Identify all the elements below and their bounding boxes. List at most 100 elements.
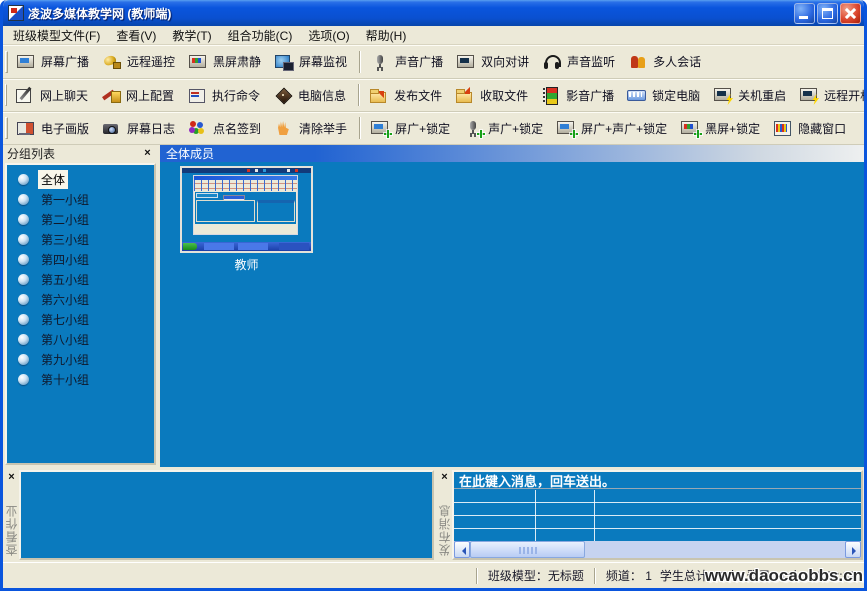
group-item-2[interactable]: 第二小组 [7, 209, 154, 229]
two-way-intercom-button[interactable]: 双向对讲 [451, 50, 537, 73]
group-item-9[interactable]: 第九小组 [7, 349, 154, 369]
toolbar-row-2: 网上聊天 网上配置 执行命令 电脑信息 发布文件 收取文件 影音广播 锁定电脑 … [3, 79, 864, 112]
menu-view[interactable]: 查看(V) [108, 25, 164, 46]
scroll-left-arrow-icon[interactable] [454, 541, 470, 558]
teacher-screen-thumbnail[interactable] [180, 166, 313, 253]
toolbar-grip [5, 51, 8, 73]
blankscreen-lock-button[interactable]: 黑屏+锁定 [675, 117, 768, 140]
toolbar-row-1: 屏幕广播 远程遥控 黑屏肃静 屏幕监视 声音广播 双向对讲 声音监听 多人会话 [3, 45, 864, 79]
lock-computer-icon [627, 87, 647, 103]
thumb-status-bar [195, 225, 296, 233]
group-item-6[interactable]: 第六小组 [7, 289, 154, 309]
remote-poweron-icon [799, 87, 819, 103]
send-message-close-icon[interactable]: × [438, 471, 451, 484]
screencast-lock-button[interactable]: 屏广+锁定 [365, 117, 458, 140]
voicecast-lock-icon [463, 120, 483, 136]
members-panel: 全体成员 [160, 145, 864, 467]
multi-conversation-button[interactable]: 多人会话 [623, 50, 709, 73]
group-item-1[interactable]: 第一小组 [7, 189, 154, 209]
screencast-lock-icon [370, 120, 390, 136]
menu-options[interactable]: 选项(O) [300, 25, 357, 46]
status-bar: 班级模型：无标题 频道： 1 学生总计：0人 登录：0人 08:58:37 ww… [3, 562, 864, 588]
thumb-group-list [196, 193, 218, 198]
lock-computer-button[interactable]: 锁定电脑 [622, 84, 708, 107]
group-ball-icon [18, 274, 29, 285]
group-item-5[interactable]: 第五小组 [7, 269, 154, 289]
voice-broadcast-button[interactable]: 声音广播 [365, 50, 451, 73]
members-caption: 全体成员 [160, 145, 864, 162]
menu-bar: 班级模型文件(F) 查看(V) 教学(T) 组合功能(C) 选项(O) 帮助(H… [3, 26, 864, 45]
message-horizontal-scrollbar [454, 541, 861, 558]
group-ball-icon [18, 174, 29, 185]
media-broadcast-button[interactable]: 影音广播 [536, 84, 622, 107]
close-icon [845, 7, 856, 18]
screen-monitor-button[interactable]: 屏幕监视 [269, 50, 355, 73]
e-whiteboard-button[interactable]: 电子画版 [11, 117, 97, 140]
screen-monitor-icon [274, 54, 294, 70]
group-list-title: 分组列表 [7, 145, 55, 162]
thumb-taskbar-items [204, 243, 234, 250]
app-logo-icon [8, 5, 24, 21]
minimize-button[interactable] [794, 3, 815, 24]
thumb-start-button [183, 243, 197, 250]
screen-voice-lock-icon [556, 120, 576, 136]
scrollbar-thumb[interactable] [470, 541, 585, 558]
clear-raised-hands-button[interactable]: 清除举手 [269, 117, 355, 140]
blankscreen-lock-icon [680, 120, 700, 136]
voice-monitor-button[interactable]: 声音监听 [537, 50, 623, 73]
member-name-label: 教师 [180, 256, 313, 273]
screen-voice-lock-button[interactable]: 屏广+声广+锁定 [551, 117, 675, 140]
view-homework-close-icon[interactable]: × [5, 471, 18, 484]
scroll-right-arrow-icon[interactable] [845, 541, 861, 558]
group-item-4[interactable]: 第四小组 [7, 249, 154, 269]
app-window: 凌波多媒体教学网 (教师端) 班级模型文件(F) 查看(V) 教学(T) 组合功… [0, 0, 867, 591]
online-chat-button[interactable]: 网上聊天 [10, 84, 96, 107]
message-history-table[interactable] [454, 490, 861, 541]
group-ball-icon [18, 334, 29, 345]
online-config-button[interactable]: 网上配置 [96, 84, 182, 107]
remote-poweron-button[interactable]: 远程开机 [794, 84, 867, 107]
close-button[interactable] [840, 3, 861, 24]
thumb-app-window [193, 175, 298, 235]
toolbar-grip [5, 117, 8, 139]
screen-broadcast-button[interactable]: 屏幕广播 [11, 50, 97, 73]
computer-info-button[interactable]: 电脑信息 [268, 84, 354, 107]
menu-teach[interactable]: 教学(T) [164, 25, 219, 46]
rollcall-signin-button[interactable]: 点名签到 [183, 117, 269, 140]
toolbar-grip [5, 84, 7, 106]
group-list-close-icon[interactable]: × [141, 147, 154, 160]
execute-command-button[interactable]: 执行命令 [182, 84, 268, 107]
thumb-taskbar [182, 242, 311, 251]
menu-help[interactable]: 帮助(H) [358, 25, 415, 46]
send-file-button[interactable]: 发布文件 [364, 84, 450, 107]
group-item-3[interactable]: 第三小组 [7, 229, 154, 249]
collect-file-icon [455, 87, 475, 103]
status-channel: 频道： 1 [602, 567, 656, 584]
shutdown-restart-button[interactable]: 关机重启 [708, 84, 794, 107]
members-title: 全体成员 [166, 145, 214, 162]
bottom-dock-row: × 查看作业 × 发布消息 在此键入消息，回车送出。 [3, 467, 864, 562]
maximize-button[interactable] [817, 3, 838, 24]
message-input-prompt[interactable]: 在此键入消息，回车送出。 [454, 472, 861, 489]
remote-control-button[interactable]: 远程遥控 [97, 50, 183, 73]
group-item-10[interactable]: 第十小组 [7, 369, 154, 389]
screen-log-icon [102, 120, 122, 136]
group-item-all[interactable]: 全体 [7, 169, 154, 189]
collect-file-button[interactable]: 收取文件 [450, 84, 536, 107]
voicecast-lock-button[interactable]: 声广+锁定 [458, 117, 551, 140]
member-teacher[interactable]: 教师 [180, 166, 313, 273]
view-homework-content[interactable] [19, 470, 434, 560]
computer-info-icon [273, 87, 293, 103]
blank-screen-button[interactable]: 黑屏肃静 [183, 50, 269, 73]
menu-file[interactable]: 班级模型文件(F) [5, 25, 108, 46]
menu-combo[interactable]: 组合功能(C) [220, 25, 301, 46]
hide-window-button[interactable]: 隐藏窗口 [768, 117, 854, 140]
status-separator [594, 568, 596, 584]
watermark-text: www.daocaobbs.cn [705, 566, 863, 586]
maximize-icon [822, 8, 833, 19]
group-ball-icon [18, 254, 29, 265]
group-item-7[interactable]: 第七小组 [7, 309, 154, 329]
toolbar-row-3: 电子画版 屏幕日志 点名签到 清除举手 屏广+锁定 声广+锁定 屏广+声广+锁定… [3, 112, 864, 145]
group-item-8[interactable]: 第八小组 [7, 329, 154, 349]
screen-log-button[interactable]: 屏幕日志 [97, 117, 183, 140]
